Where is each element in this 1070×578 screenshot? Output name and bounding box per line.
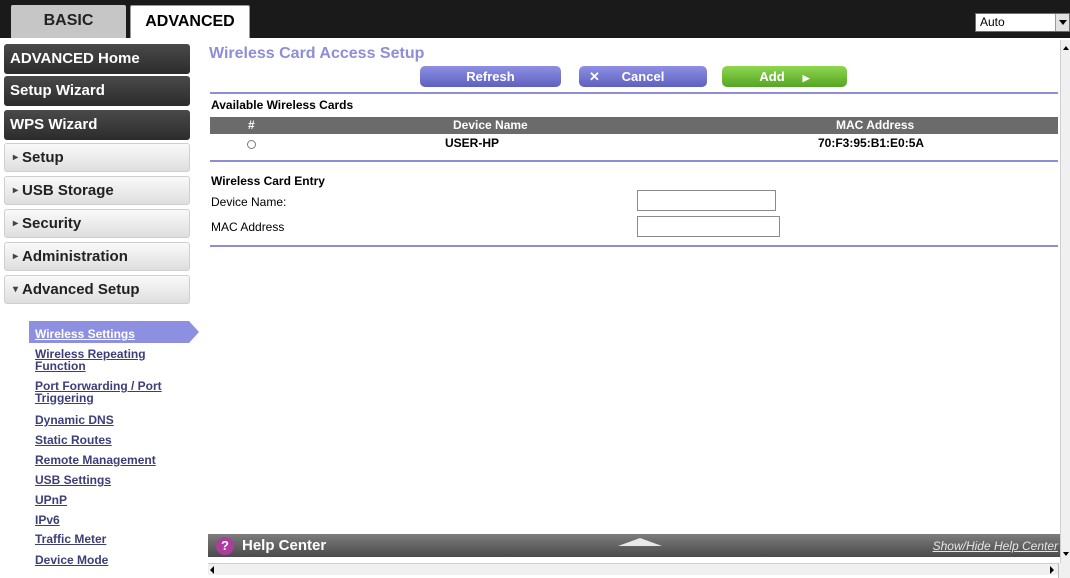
sidebar-section-security[interactable]: ▸ Security	[4, 209, 190, 238]
chevron-down-icon[interactable]	[1055, 14, 1069, 31]
submenu-remote-management[interactable]: Remote Management	[35, 454, 185, 466]
divider	[210, 245, 1058, 247]
sidebar-section-setup[interactable]: ▸ Setup	[4, 143, 190, 172]
scrollbar-corner	[1058, 563, 1070, 578]
horizontal-scrollbar[interactable]	[208, 563, 1058, 575]
mac-address-label: MAC Address	[211, 220, 285, 234]
scroll-down-icon[interactable]	[1062, 548, 1070, 560]
cell-device-name: USER-HP	[445, 136, 500, 150]
divider	[210, 160, 1058, 162]
vertical-scrollbar[interactable]	[1060, 40, 1070, 578]
arrow-right-icon: ▶	[802, 73, 810, 83]
submenu-port-forwarding[interactable]: Port Forwarding / Port Triggering	[35, 380, 185, 404]
submenu-traffic-meter[interactable]: Traffic Meter	[35, 533, 185, 545]
expand-arrow-icon: ▸	[13, 251, 19, 262]
divider	[210, 92, 1058, 94]
sidebar-section-administration[interactable]: ▸ Administration	[4, 242, 190, 271]
scroll-up-icon[interactable]	[1062, 42, 1070, 54]
sidebar-item-setup-wizard[interactable]: Setup Wizard	[4, 76, 190, 106]
cell-mac-address: 70:F3:95:B1:E0:5A	[818, 136, 925, 150]
scroll-left-icon[interactable]	[210, 566, 214, 574]
add-button-label: Add	[759, 69, 785, 84]
submenu-dynamic-dns[interactable]: Dynamic DNS	[35, 414, 185, 426]
submenu-wireless-repeating[interactable]: Wireless Repeating Function	[35, 348, 185, 372]
sidebar-item-wps-wizard[interactable]: WPS Wizard	[4, 110, 190, 140]
card-entry-title: Wireless Card Entry	[211, 174, 325, 188]
sidebar-section-usb-storage[interactable]: ▸ USB Storage	[4, 176, 190, 205]
cancel-button[interactable]: ✕ Cancel	[579, 66, 707, 87]
device-name-input[interactable]	[637, 190, 776, 211]
refresh-button-label: Refresh	[466, 69, 515, 84]
select-card-radio[interactable]	[247, 140, 256, 149]
help-icon: ?	[216, 537, 234, 555]
submenu-wireless-settings[interactable]: Wireless Settings	[35, 328, 185, 340]
show-hide-help-link[interactable]: Show/Hide Help Center	[933, 539, 1058, 553]
table-header: # Device Name MAC Address	[210, 117, 1058, 134]
column-header-device: Device Name	[453, 118, 528, 132]
scroll-right-icon[interactable]	[1050, 566, 1054, 574]
submenu-device-mode[interactable]: Device Mode	[35, 554, 185, 566]
column-header-mac: MAC Address	[836, 118, 915, 132]
submenu-static-routes[interactable]: Static Routes	[35, 434, 185, 446]
cancel-button-label: Cancel	[621, 69, 665, 84]
add-button[interactable]: Add ▶	[722, 66, 847, 87]
device-name-label: Device Name:	[211, 195, 287, 209]
sidebar-section-label: Security	[22, 215, 82, 232]
mac-address-input[interactable]	[637, 216, 780, 237]
sidebar-section-label: Setup	[22, 149, 64, 166]
top-bar: BASIC ADVANCED Auto	[0, 0, 1070, 38]
main-panel: Wireless Card Access Setup Refresh ✕ Can…	[205, 38, 1060, 578]
sidebar-section-advanced-setup[interactable]: ▾ Advanced Setup	[4, 275, 190, 304]
sidebar-section-label: USB Storage	[22, 182, 114, 199]
sidebar-item-advanced-home[interactable]: ADVANCED Home	[4, 44, 190, 74]
expand-arrow-icon: ▸	[13, 152, 19, 163]
page-title: Wireless Card Access Setup	[209, 45, 425, 62]
sidebar-section-label: Advanced Setup	[22, 281, 140, 298]
help-center-bar: ? Help Center Show/Hide Help Center	[208, 534, 1060, 557]
language-select-value: Auto	[980, 15, 1005, 29]
expand-arrow-icon: ▸	[13, 218, 19, 229]
submenu-ipv6[interactable]: IPv6	[35, 514, 185, 526]
language-select[interactable]: Auto	[975, 13, 1070, 32]
expand-arrow-icon: ▸	[13, 185, 19, 196]
column-header-index: #	[248, 118, 255, 132]
collapse-arrow-icon: ▾	[13, 284, 19, 295]
refresh-button[interactable]: Refresh	[420, 66, 561, 87]
tab-advanced[interactable]: ADVANCED	[130, 5, 250, 38]
tab-basic[interactable]: BASIC	[11, 5, 126, 38]
sidebar: ADVANCED Home Setup Wizard WPS Wizard ▸ S…	[0, 38, 205, 578]
submenu-upnp[interactable]: UPnP	[35, 494, 185, 506]
help-center-title: Help Center	[242, 537, 327, 554]
close-icon: ✕	[589, 69, 600, 84]
submenu-usb-settings[interactable]: USB Settings	[35, 474, 185, 486]
sidebar-section-label: Administration	[22, 248, 128, 265]
expand-up-icon[interactable]	[618, 538, 662, 546]
available-cards-title: Available Wireless Cards	[211, 98, 354, 112]
